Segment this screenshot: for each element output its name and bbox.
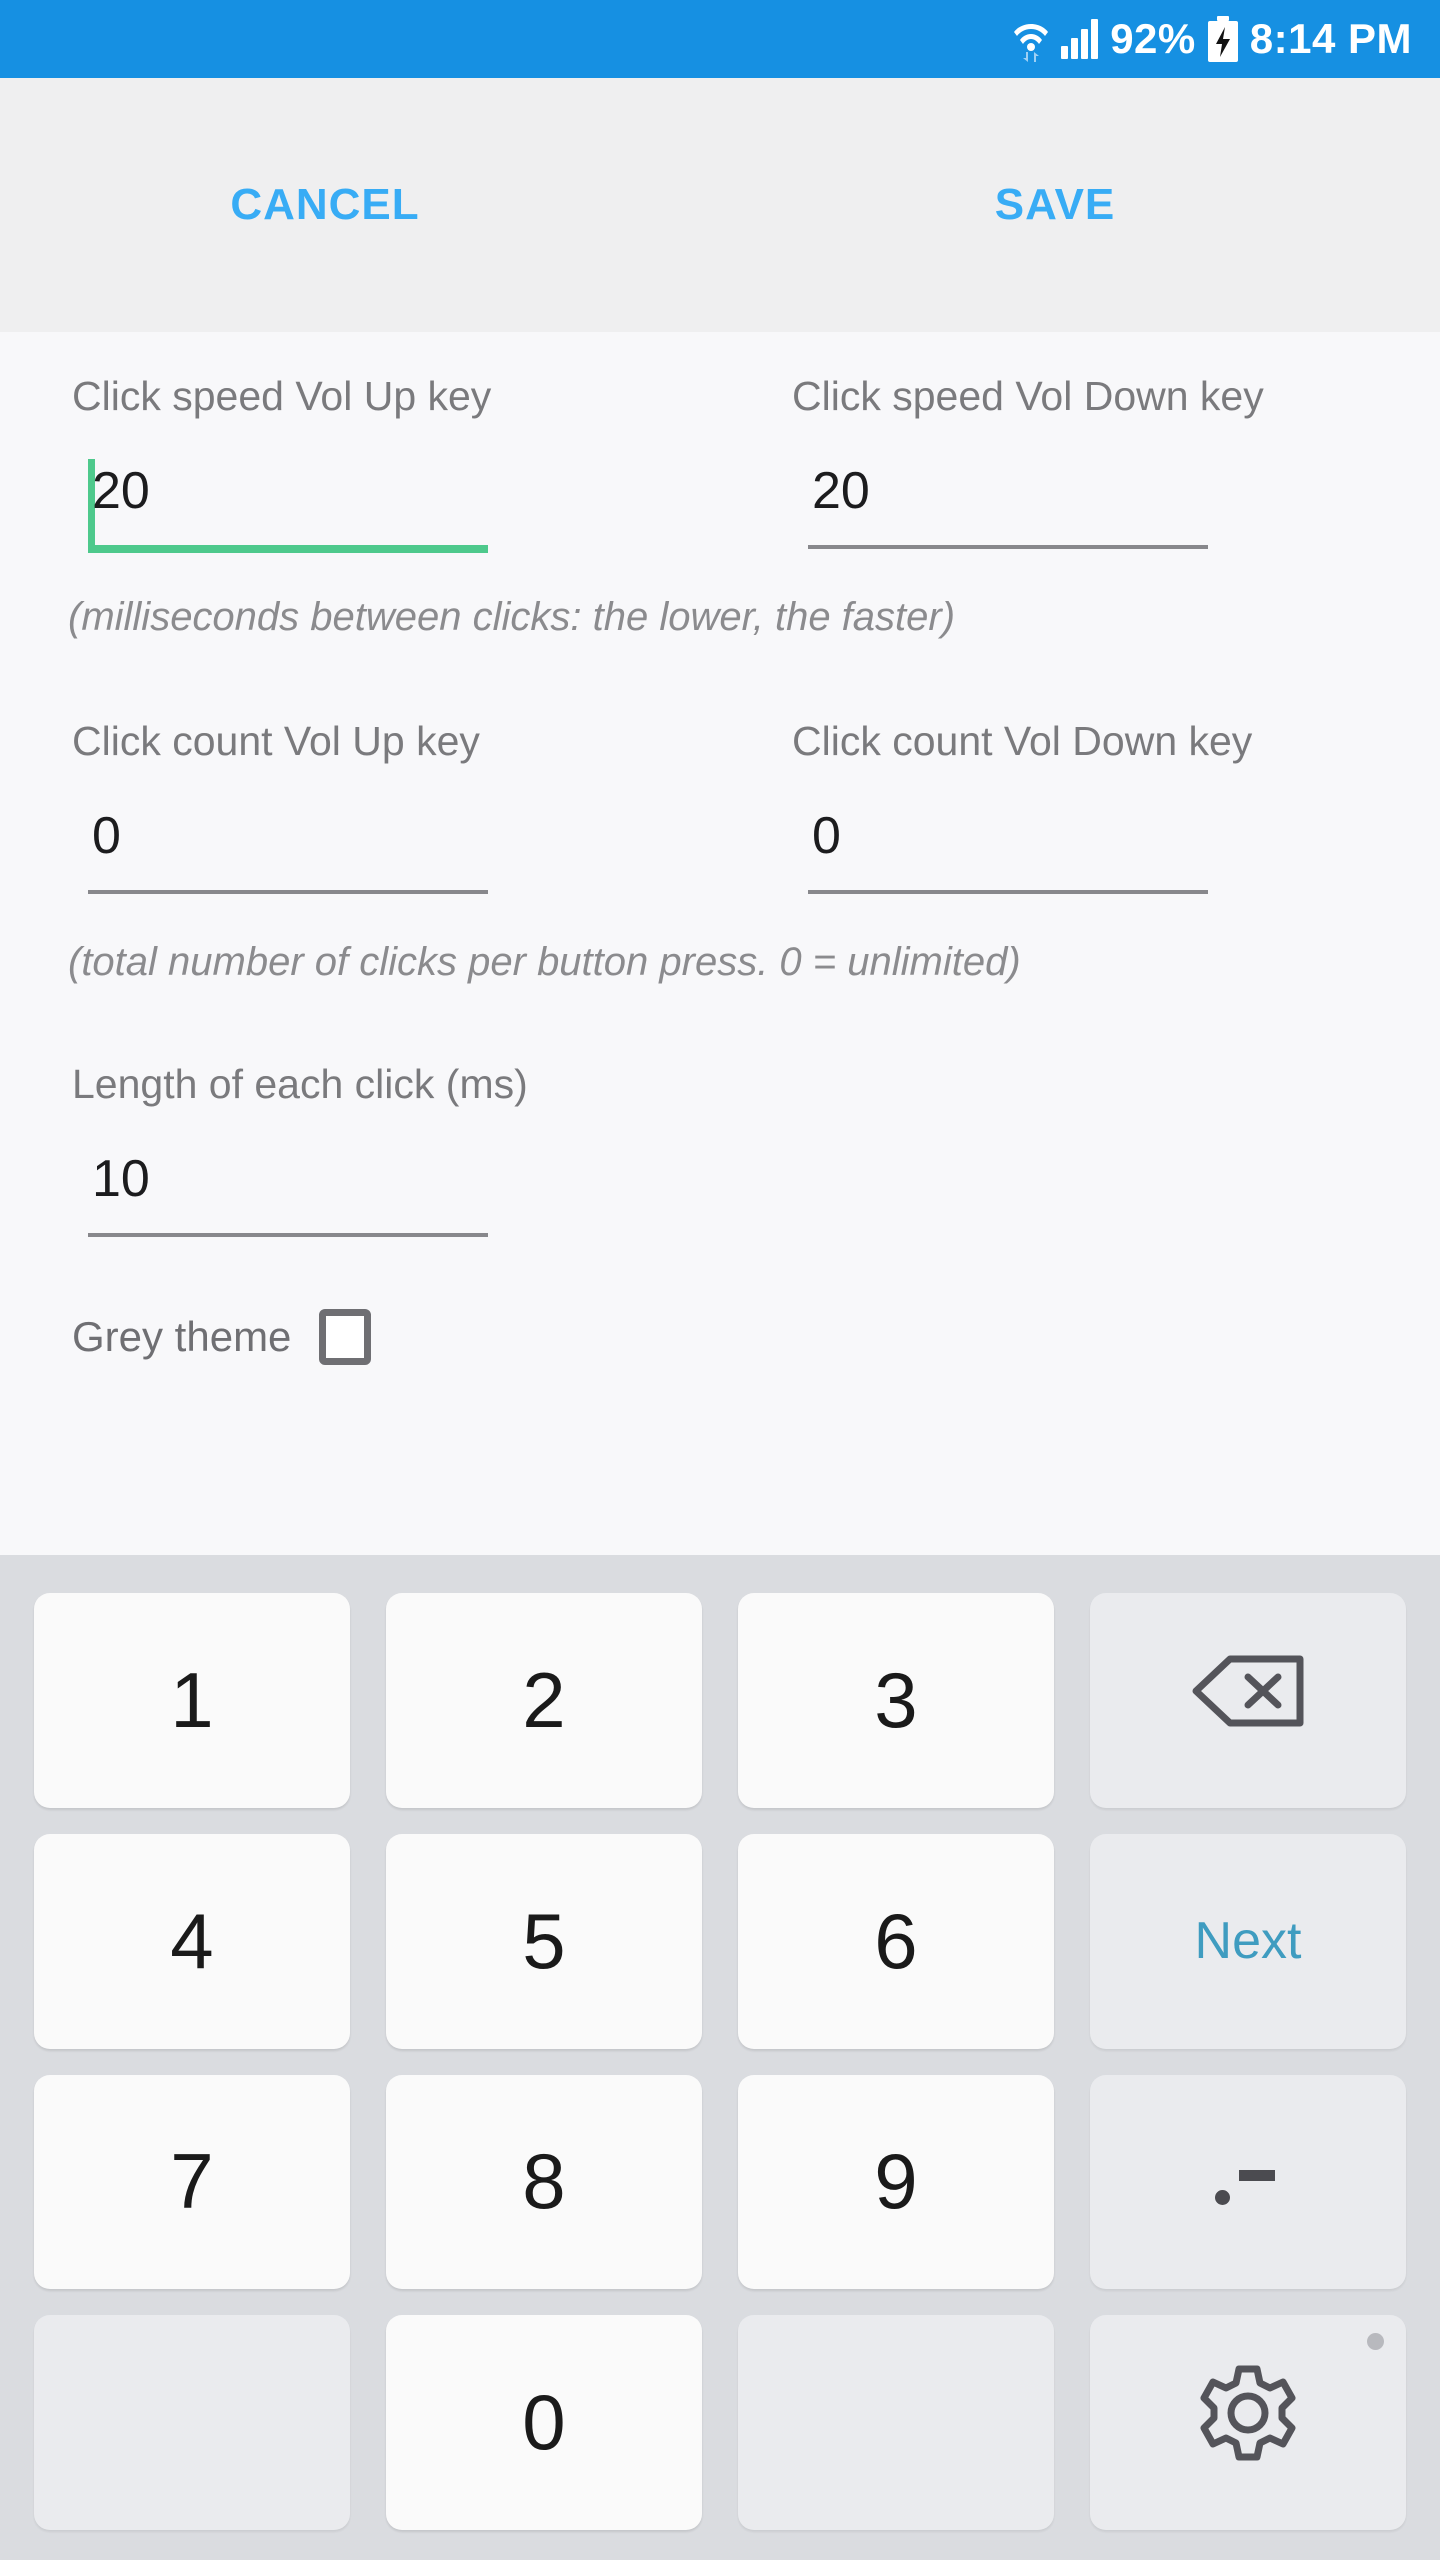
click-speed-vol-up-value: 20: [92, 462, 150, 520]
click-speed-vol-up-label: Click speed Vol Up key: [72, 373, 492, 419]
battery-percent-label: 92%: [1110, 15, 1196, 62]
gear-icon: [1196, 2361, 1300, 2484]
backspace-key[interactable]: [1090, 1593, 1406, 1808]
key-2[interactable]: 2: [386, 1593, 702, 1808]
numeric-keyboard: 1 2 3 4 5 6 Next 7 8 9 0: [0, 1555, 1440, 2560]
grey-theme-row[interactable]: Grey theme: [0, 1309, 1440, 1365]
input-underline-focused: [88, 545, 488, 553]
dot-dash-icon: [1203, 2152, 1293, 2212]
key-0[interactable]: 0: [386, 2315, 702, 2530]
key-4[interactable]: 4: [34, 1833, 350, 2049]
action-toolbar: CANCEL SAVE: [0, 78, 1440, 332]
blank-key-left[interactable]: [34, 2315, 350, 2530]
click-speed-vol-down-field: Click speed Vol Down key 20: [792, 370, 1440, 549]
key-label: 9: [874, 2137, 918, 2226]
status-bar: 92% 8:14 PM: [0, 0, 1440, 78]
input-underline: [88, 1233, 488, 1237]
click-speed-row: Click speed Vol Up key 20 Click speed Vo…: [0, 332, 1440, 553]
key-label: 3: [874, 1655, 918, 1744]
click-count-hint: (total number of clicks per button press…: [68, 940, 1021, 984]
key-1[interactable]: 1: [34, 1593, 350, 1808]
input-underline: [88, 890, 488, 894]
click-speed-vol-up-input[interactable]: 20: [72, 453, 488, 553]
click-count-vol-down-input[interactable]: 0: [792, 798, 1208, 894]
click-count-row: Click count Vol Up key 0 Click count Vol…: [0, 637, 1440, 894]
click-length-field: Length of each click (ms) 10: [72, 1058, 792, 1237]
click-length-value: 10: [92, 1150, 150, 1208]
backspace-icon: [1190, 1653, 1306, 1748]
key-label: 2: [522, 1655, 566, 1744]
status-bar-icons: 92% 8:14 PM: [1013, 16, 1412, 62]
grey-theme-checkbox[interactable]: [319, 1309, 372, 1365]
click-length-label: Length of each click (ms): [72, 1061, 528, 1107]
clock-label: 8:14 PM: [1249, 15, 1412, 62]
keyboard-row-1: 1 2 3: [34, 1593, 1406, 1808]
click-speed-vol-up-field: Click speed Vol Up key 20: [72, 370, 792, 553]
settings-form: Click speed Vol Up key 20 Click speed Vo…: [0, 332, 1440, 1555]
dot-dash-key[interactable]: [1090, 2074, 1406, 2290]
key-label: 5: [522, 1896, 566, 1985]
click-count-vol-down-value: 0: [812, 807, 841, 865]
key-label: 4: [170, 1896, 214, 1985]
keyboard-row-4: 0: [34, 2315, 1406, 2530]
save-button[interactable]: SAVE: [730, 180, 1440, 230]
key-label: 8: [522, 2137, 566, 2226]
click-count-vol-up-input[interactable]: 0: [72, 798, 488, 894]
key-7[interactable]: 7: [34, 2074, 350, 2290]
key-3[interactable]: 3: [738, 1593, 1054, 1808]
keyboard-settings-key[interactable]: [1090, 2315, 1406, 2530]
click-speed-vol-down-input[interactable]: 20: [792, 453, 1208, 549]
click-speed-vol-down-label: Click speed Vol Down key: [792, 373, 1264, 419]
next-key-label: Next: [1194, 1912, 1302, 1971]
key-6[interactable]: 6: [738, 1833, 1054, 2049]
key-9[interactable]: 9: [738, 2074, 1054, 2290]
grey-theme-label: Grey theme: [72, 1313, 292, 1360]
click-count-vol-up-value: 0: [92, 807, 121, 865]
click-count-vol-up-field: Click count Vol Up key 0: [72, 715, 792, 894]
key-label: 6: [874, 1896, 918, 1985]
key-8[interactable]: 8: [386, 2074, 702, 2290]
keyboard-row-3: 7 8 9: [34, 2074, 1406, 2290]
settings-indicator-dot: [1367, 2333, 1384, 2351]
cellular-signal-icon: [1061, 19, 1099, 59]
app-screen: 92% 8:14 PM CANCEL SAVE Click speed Vol …: [0, 0, 1440, 2560]
next-key[interactable]: Next: [1090, 1833, 1406, 2049]
click-length-row: Length of each click (ms) 10: [0, 982, 1440, 1237]
key-label: 0: [522, 2378, 566, 2467]
key-5[interactable]: 5: [386, 1833, 702, 2049]
blank-key-right[interactable]: [738, 2315, 1054, 2530]
wifi-icon: [1013, 16, 1049, 62]
input-underline: [808, 545, 1208, 549]
click-speed-hint: (milliseconds between clicks: the lower,…: [68, 595, 956, 639]
click-count-vol-up-label: Click count Vol Up key: [72, 718, 480, 764]
key-label: 7: [170, 2137, 214, 2226]
click-count-vol-down-field: Click count Vol Down key 0: [792, 715, 1440, 894]
click-speed-vol-down-value: 20: [812, 462, 870, 520]
keyboard-row-2: 4 5 6 Next: [34, 1833, 1406, 2049]
click-count-vol-down-label: Click count Vol Down key: [792, 718, 1253, 764]
input-underline: [808, 890, 1208, 894]
key-label: 1: [170, 1655, 214, 1744]
cancel-button[interactable]: CANCEL: [0, 180, 730, 230]
click-length-input[interactable]: 10: [72, 1141, 488, 1237]
battery-charging-icon: [1207, 16, 1238, 62]
